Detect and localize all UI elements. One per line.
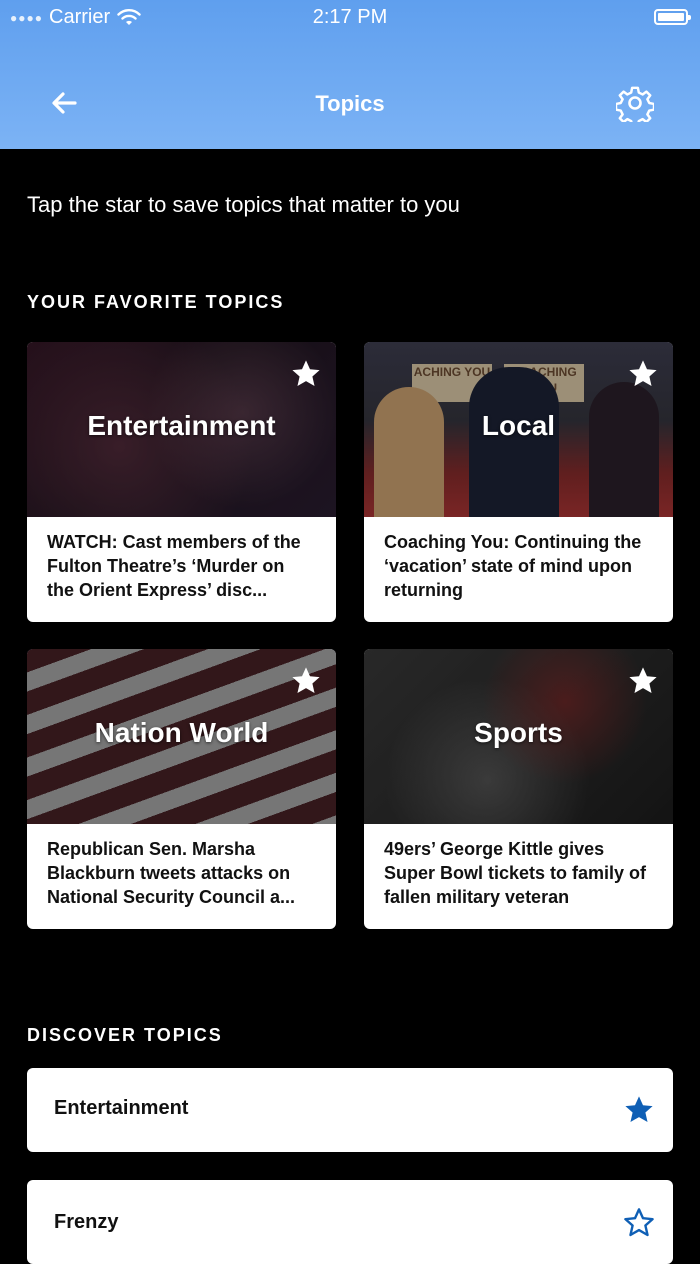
status-time: 2:17 PM: [312, 6, 388, 28]
discover-section-title: DISCOVER TOPICS: [27, 1025, 223, 1045]
star-filled-icon[interactable]: [290, 358, 322, 390]
discover-item-label: Entertainment: [54, 1097, 189, 1119]
star-outline-icon[interactable]: [623, 1207, 655, 1239]
card-headline: Republican Sen. Marsha Blackburn tweets …: [47, 839, 296, 907]
status-bar: ●●●● Carrier 2:17 PM: [0, 0, 700, 36]
star-filled-icon[interactable]: [627, 358, 659, 390]
favorite-card-sports[interactable]: Sports 49ers’ George Kittle gives Super …: [364, 649, 673, 929]
favorite-card-nation-world[interactable]: Nation World Republican Sen. Marsha Blac…: [27, 649, 336, 929]
star-filled-icon[interactable]: [290, 665, 322, 697]
favorite-card-local[interactable]: ACHING YOU COACHING YOU Local Coaching Y…: [364, 342, 673, 622]
card-headline: 49ers’ George Kittle gives Super Bowl ti…: [384, 839, 647, 907]
app-header: ●●●● Carrier 2:17 PM Topics: [0, 0, 700, 149]
card-topic-label: Nation World: [94, 717, 269, 748]
discover-item-label: Frenzy: [54, 1211, 119, 1233]
star-filled-icon[interactable]: [623, 1094, 655, 1126]
card-headline: Coaching You: Continuing the ‘vacation’ …: [384, 532, 642, 600]
card-image: Nation World: [27, 649, 336, 824]
star-filled-icon[interactable]: [627, 665, 659, 697]
card-image: ACHING YOU COACHING YOU Local: [364, 342, 673, 517]
discover-item-entertainment[interactable]: Entertainment: [27, 1068, 673, 1152]
gear-icon[interactable]: [616, 84, 654, 122]
card-image: Entertainment: [27, 342, 336, 517]
card-headline: WATCH: Cast members of the Fulton Theatr…: [47, 532, 301, 600]
page-title: Topics: [315, 91, 385, 116]
favorites-section-title: YOUR FAVORITE TOPICS: [27, 292, 285, 312]
favorite-card-entertainment[interactable]: Entertainment WATCH: Cast members of the…: [27, 342, 336, 622]
battery-icon: [654, 9, 691, 25]
card-topic-label: Entertainment: [87, 410, 276, 441]
discover-item-frenzy[interactable]: Frenzy: [27, 1180, 673, 1264]
card-topic-label: Local: [481, 410, 556, 441]
card-image: Sports: [364, 649, 673, 824]
intro-text: Tap the star to save topics that matter …: [27, 192, 460, 217]
card-topic-label: Sports: [474, 717, 563, 748]
